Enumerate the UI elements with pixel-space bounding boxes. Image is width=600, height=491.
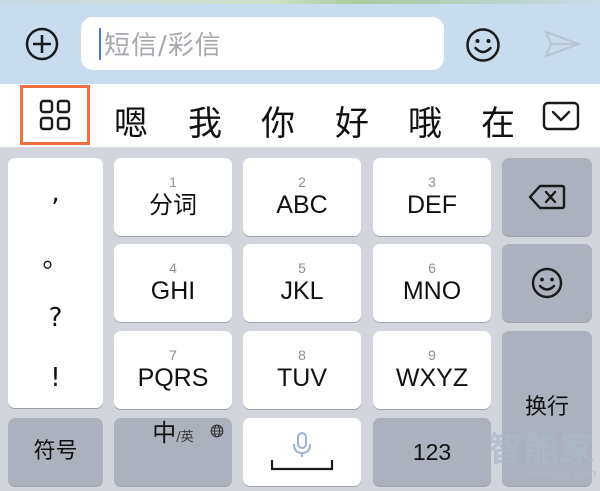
enter-label: 换行 bbox=[524, 395, 569, 420]
punctuation-key[interactable]: 。 bbox=[8, 238, 103, 275]
key-9[interactable]: 9 WXYZ bbox=[373, 331, 491, 409]
key-number: 7 bbox=[169, 347, 177, 363]
key-4[interactable]: 4 GHI bbox=[114, 244, 232, 322]
candidate-word[interactable]: 哦 bbox=[408, 96, 442, 145]
punctuation-key[interactable]: ! bbox=[8, 363, 103, 393]
emoji-icon bbox=[466, 28, 500, 62]
key-label: ABC bbox=[276, 191, 328, 219]
key-label: 分词 bbox=[149, 191, 197, 219]
symbols-label: 符号 bbox=[33, 439, 78, 464]
language-switch-key[interactable]: 中 /英 bbox=[114, 418, 232, 486]
message-placeholder: 短信/彩信 bbox=[104, 31, 222, 61]
key-number: 1 bbox=[169, 174, 177, 190]
space-key[interactable] bbox=[243, 418, 361, 486]
toolbox-button[interactable] bbox=[20, 85, 90, 145]
compose-bar: 短信/彩信 bbox=[0, 4, 600, 84]
key-7[interactable]: 7 PQRS bbox=[114, 331, 232, 409]
candidate-word[interactable]: 好 bbox=[335, 96, 369, 145]
add-icon bbox=[25, 27, 59, 61]
key-number: 4 bbox=[169, 260, 177, 276]
microphone-icon bbox=[270, 432, 334, 471]
key-number: 8 bbox=[298, 347, 306, 363]
key-3[interactable]: 3 DEF bbox=[373, 158, 491, 236]
numbers-label: 123 bbox=[412, 439, 452, 465]
key-label: JKL bbox=[280, 277, 324, 305]
numbers-key[interactable]: 123 bbox=[373, 418, 491, 486]
emoji-button[interactable] bbox=[462, 24, 504, 66]
key-6[interactable]: 6 MNO bbox=[373, 244, 491, 322]
symbols-key[interactable]: 符号 bbox=[8, 418, 103, 486]
key-label: MNO bbox=[402, 277, 462, 305]
punctuation-key[interactable]: , bbox=[8, 178, 103, 208]
message-input[interactable]: 短信/彩信 bbox=[81, 17, 444, 70]
key-2[interactable]: 2 ABC bbox=[243, 158, 361, 236]
key-8[interactable]: 8 TUV bbox=[243, 331, 361, 409]
text-caret bbox=[99, 27, 101, 60]
key-1[interactable]: 1 分词 bbox=[114, 158, 232, 236]
emoji-key[interactable] bbox=[502, 244, 592, 322]
candidate-word[interactable]: 我 bbox=[188, 96, 222, 145]
candidate-bar: 嗯 我 你 好 哦 在 bbox=[0, 84, 600, 148]
send-button[interactable] bbox=[540, 26, 584, 62]
language-label: 中 bbox=[152, 419, 177, 447]
key-label: GHI bbox=[150, 277, 196, 305]
candidate-word[interactable]: 嗯 bbox=[114, 96, 148, 145]
key-number: 3 bbox=[428, 174, 436, 190]
key-label: DEF bbox=[407, 191, 457, 219]
globe-icon bbox=[210, 424, 224, 438]
key-number: 9 bbox=[428, 347, 436, 363]
collapse-keyboard-button[interactable] bbox=[542, 101, 580, 131]
key-label: TUV bbox=[277, 364, 327, 392]
candidate-word[interactable]: 你 bbox=[261, 96, 295, 145]
send-icon bbox=[544, 30, 581, 58]
emoji-icon bbox=[531, 267, 563, 299]
candidate-word[interactable]: 在 bbox=[481, 96, 515, 145]
backspace-key[interactable] bbox=[502, 158, 592, 236]
backspace-icon bbox=[528, 184, 566, 210]
grid-icon bbox=[39, 99, 71, 131]
key-number: 2 bbox=[298, 174, 306, 190]
key-number: 6 bbox=[428, 260, 436, 276]
t9-keyboard: , 。 ? ! 1 分词 2 ABC 3 DEF 4 GHI 5 JKL 6 M… bbox=[0, 148, 600, 491]
add-attachment-button[interactable] bbox=[22, 24, 62, 64]
enter-key[interactable]: 换行 bbox=[502, 331, 592, 486]
chevron-down-icon bbox=[542, 101, 580, 131]
punctuation-key[interactable]: ? bbox=[8, 303, 103, 333]
key-label: PQRS bbox=[137, 364, 209, 392]
punctuation-list[interactable]: , 。 ? ! bbox=[8, 158, 103, 408]
key-label: WXYZ bbox=[395, 364, 469, 392]
language-sub-label: /英 bbox=[176, 430, 194, 445]
key-5[interactable]: 5 JKL bbox=[243, 244, 361, 322]
key-number: 5 bbox=[298, 260, 306, 276]
